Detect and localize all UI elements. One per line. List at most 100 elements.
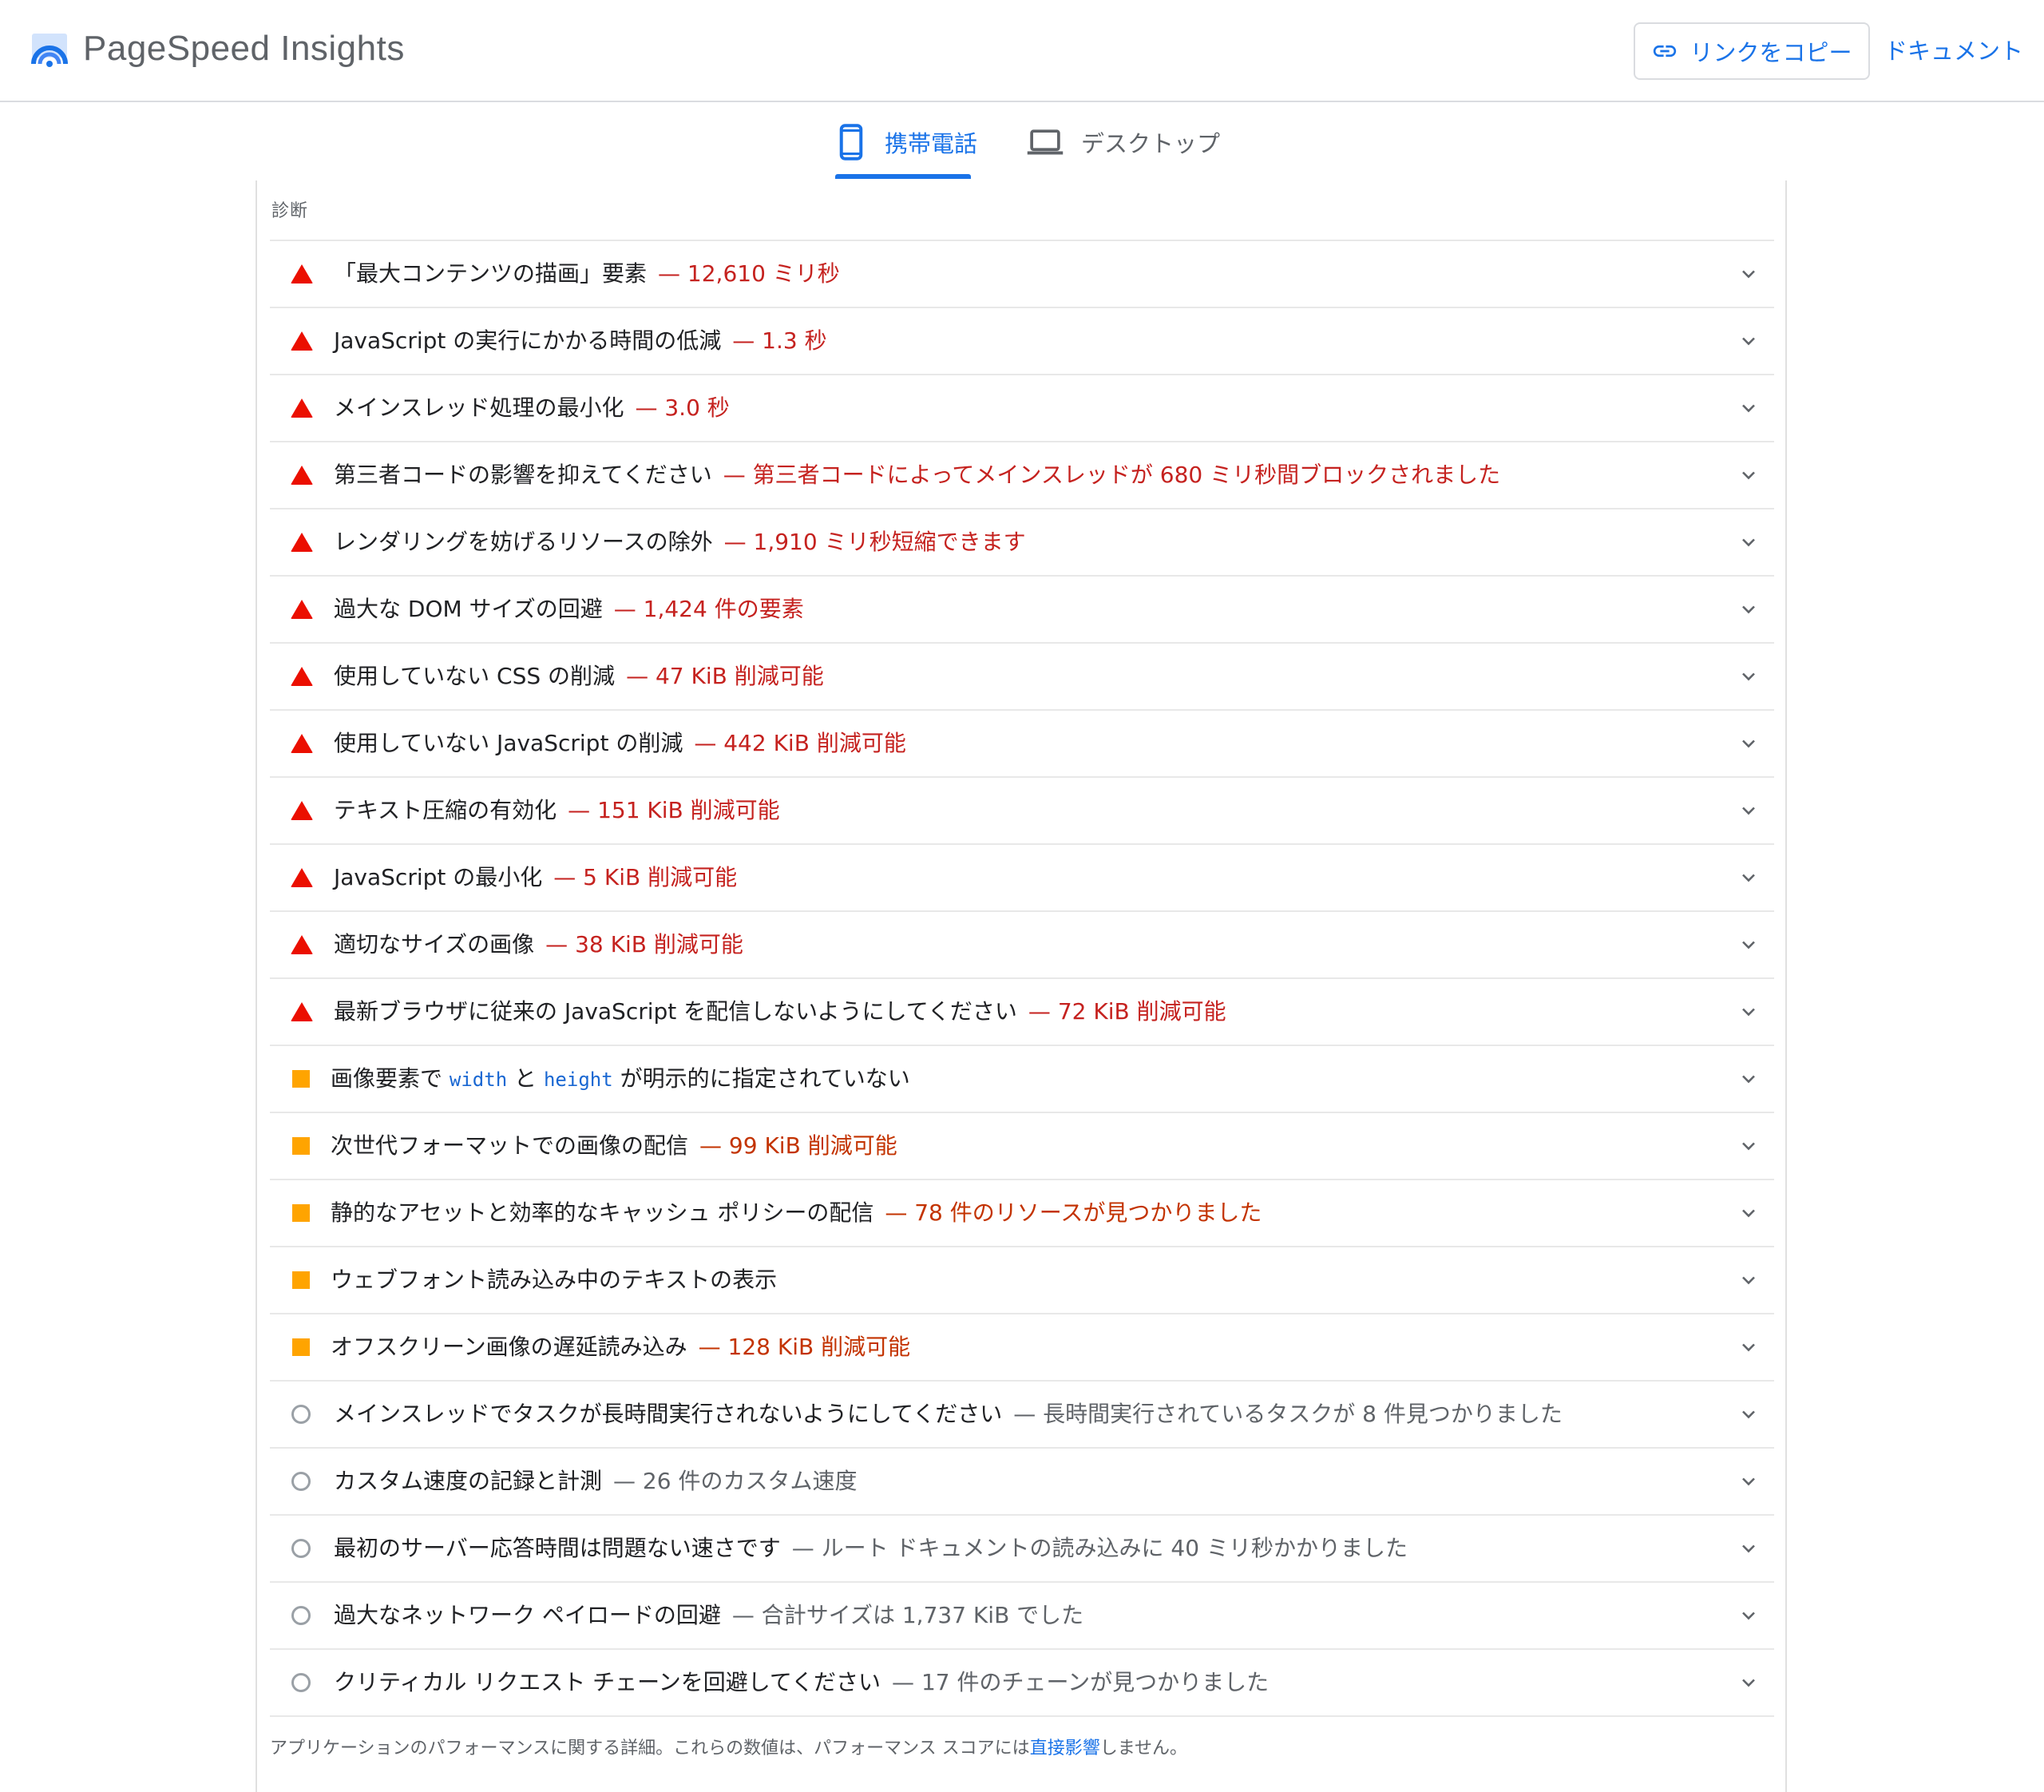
chevron-down-icon[interactable] <box>1737 330 1760 352</box>
audit-text: 「最大コンテンツの描画」要素 — 12,610 ミリ秒 <box>334 241 840 307</box>
chevron-down-icon[interactable] <box>1737 799 1760 822</box>
audit-detail: — 1,424 件の要素 <box>613 596 804 622</box>
average-square-icon <box>292 1204 310 1222</box>
fail-triangle-icon <box>291 1002 313 1021</box>
chevron-down-icon[interactable] <box>1737 1202 1760 1224</box>
smartphone-icon <box>839 124 863 161</box>
fail-triangle-icon <box>291 600 313 619</box>
audit-detail: — 1.3 秒 <box>732 327 827 354</box>
audit-title: JavaScript の実行にかかる時間の低減 <box>334 327 722 354</box>
audit-text: オフスクリーン画像の遅延読み込み — 128 KiB 削減可能 <box>331 1314 910 1380</box>
copy-link-button[interactable]: リンクをコピー <box>1634 22 1870 80</box>
link-icon <box>1654 45 1677 57</box>
chevron-down-icon[interactable] <box>1737 1671 1760 1694</box>
informative-circle-icon <box>291 1539 311 1558</box>
audit-text: 静的なアセットと効率的なキャッシュ ポリシーの配信 — 78 件のリソースが見つか… <box>331 1180 1262 1246</box>
audit-text: 使用していない CSS の削減 — 47 KiB 削減可能 <box>334 644 824 709</box>
fail-triangle-icon <box>291 734 313 753</box>
audit-title: 画像要素で width と height が明示的に指定されていない <box>331 1065 910 1092</box>
audit-detail: — 長時間実行されているタスクが 8 件見つかりました <box>1013 1401 1563 1427</box>
chevron-down-icon[interactable] <box>1737 1135 1760 1157</box>
chevron-down-icon[interactable] <box>1737 1470 1760 1493</box>
chevron-down-icon[interactable] <box>1737 665 1760 688</box>
informative-circle-icon <box>291 1606 311 1625</box>
average-square-icon <box>292 1271 310 1289</box>
chevron-down-icon[interactable] <box>1737 1403 1760 1425</box>
chevron-down-icon[interactable] <box>1737 531 1760 553</box>
audit-row[interactable]: 過大な DOM サイズの回避 — 1,424 件の要素 <box>270 577 1774 644</box>
audit-row[interactable]: 使用していない CSS の削減 — 47 KiB 削減可能 <box>270 644 1774 711</box>
chevron-down-icon[interactable] <box>1737 397 1760 419</box>
audit-detail: — 1,910 ミリ秒短縮できます <box>723 529 1026 555</box>
audit-row[interactable]: 過大なネットワーク ペイロードの回避 — 合計サイズは 1,737 KiB でした <box>270 1583 1774 1650</box>
average-square-icon <box>292 1338 310 1356</box>
audit-title: 過大なネットワーク ペイロードの回避 <box>334 1602 721 1628</box>
fail-triangle-icon <box>291 264 313 283</box>
chevron-down-icon[interactable] <box>1737 598 1760 620</box>
audit-row[interactable]: 使用していない JavaScript の削減 — 442 KiB 削減可能 <box>270 711 1774 778</box>
audit-title: カスタム速度の記録と計測 <box>334 1468 603 1494</box>
tab-desktop-label: デスクトップ <box>1081 130 1221 157</box>
chevron-down-icon[interactable] <box>1737 1537 1760 1560</box>
chevron-down-icon[interactable] <box>1737 1604 1760 1627</box>
pagespeed-logo-icon <box>31 34 68 67</box>
fail-triangle-icon <box>291 667 313 686</box>
tab-mobile[interactable]: 携帯電話 <box>835 104 977 180</box>
audit-text: 次世代フォーマットでの画像の配信 — 99 KiB 削減可能 <box>331 1113 897 1179</box>
chevron-down-icon[interactable] <box>1737 1068 1760 1090</box>
fail-triangle-icon <box>291 398 313 418</box>
informative-circle-icon <box>291 1472 311 1491</box>
chevron-down-icon[interactable] <box>1737 1336 1760 1358</box>
audit-row[interactable]: JavaScript の実行にかかる時間の低減 — 1.3 秒 <box>270 308 1774 375</box>
footnote-text-before: アプリケーションのパフォーマンスに関する詳細。これらの数値は、パフォーマンス ス… <box>270 1738 1030 1758</box>
active-tab-indicator <box>835 174 971 179</box>
chevron-down-icon[interactable] <box>1737 464 1760 486</box>
audit-detail: — 26 件のカスタム速度 <box>613 1468 858 1494</box>
audit-row[interactable]: 静的なアセットと効率的なキャッシュ ポリシーの配信 — 78 件のリソースが見つか… <box>270 1180 1774 1247</box>
audit-title-part: が明示的に指定されていない <box>612 1065 910 1092</box>
app-header: PageSpeed Insights リンクをコピー ドキュメント <box>0 0 2044 102</box>
documentation-link[interactable]: ドキュメント <box>1884 22 2023 80</box>
audit-row[interactable]: 最初のサーバー応答時間は問題ない速さです — ルート ドキュメントの読み込みに 4… <box>270 1516 1774 1583</box>
chevron-down-icon[interactable] <box>1737 1269 1760 1291</box>
fail-triangle-icon <box>291 533 313 552</box>
audit-row[interactable]: JavaScript の最小化 — 5 KiB 削減可能 <box>270 845 1774 912</box>
fail-triangle-icon <box>291 331 313 351</box>
audit-row[interactable]: メインスレッド処理の最小化 — 3.0 秒 <box>270 375 1774 442</box>
audit-row[interactable]: ウェブフォント読み込み中のテキストの表示 <box>270 1247 1774 1314</box>
audit-row[interactable]: メインスレッドでタスクが長時間実行されないようにしてください — 長時間実行されて… <box>270 1382 1774 1449</box>
informative-circle-icon <box>291 1405 311 1424</box>
audit-detail: — 72 KiB 削減可能 <box>1028 998 1226 1025</box>
audit-title-part: 画像要素で <box>331 1065 450 1092</box>
chevron-down-icon[interactable] <box>1737 866 1760 889</box>
audit-title: レンダリングを妨げるリソースの除外 <box>334 529 713 555</box>
audit-title: クリティカル リクエスト チェーンを回避してください <box>334 1669 881 1695</box>
audit-text: 画像要素で width と height が明示的に指定されていない <box>331 1046 910 1112</box>
audit-text: JavaScript の最小化 — 5 KiB 削減可能 <box>334 845 737 910</box>
audit-row[interactable]: クリティカル リクエスト チェーンを回避してください — 17 件のチェーンが見つ… <box>270 1650 1774 1717</box>
audit-row[interactable]: オフスクリーン画像の遅延読み込み — 128 KiB 削減可能 <box>270 1314 1774 1382</box>
audit-row[interactable]: レンダリングを妨げるリソースの除外 — 1,910 ミリ秒短縮できます <box>270 509 1774 577</box>
audit-detail: — 128 KiB 削減可能 <box>698 1334 911 1360</box>
audit-row[interactable]: 適切なサイズの画像 — 38 KiB 削減可能 <box>270 912 1774 979</box>
chevron-down-icon[interactable] <box>1737 732 1760 755</box>
chevron-down-icon[interactable] <box>1737 1001 1760 1023</box>
audit-detail: — 99 KiB 削減可能 <box>699 1132 897 1159</box>
audit-row[interactable]: 第三者コードの影響を抑えてください — 第三者コードによってメインスレッドが 68… <box>270 442 1774 509</box>
audit-text: 適切なサイズの画像 — 38 KiB 削減可能 <box>334 912 743 977</box>
chevron-down-icon[interactable] <box>1737 934 1760 956</box>
audit-detail: — 5 KiB 削減可能 <box>553 864 738 890</box>
audit-row[interactable]: テキスト圧縮の有効化 — 151 KiB 削減可能 <box>270 778 1774 845</box>
chevron-down-icon[interactable] <box>1737 263 1760 285</box>
code-snippet: width <box>449 1068 508 1091</box>
audit-row[interactable]: カスタム速度の記録と計測 — 26 件のカスタム速度 <box>270 1449 1774 1516</box>
audit-row[interactable]: 画像要素で width と height が明示的に指定されていない <box>270 1046 1774 1113</box>
audit-row[interactable]: 最新ブラウザに従来の JavaScript を配信しないようにしてください — 7… <box>270 979 1774 1046</box>
tab-desktop[interactable]: デスクトップ <box>1027 104 1220 180</box>
informative-circle-icon <box>291 1673 311 1692</box>
audit-row[interactable]: 次世代フォーマットでの画像の配信 — 99 KiB 削減可能 <box>270 1113 1774 1180</box>
direct-impact-link[interactable]: 直接影響 <box>1030 1738 1100 1758</box>
section-title: 診断 <box>271 201 309 221</box>
fail-triangle-icon <box>291 935 313 954</box>
audit-row[interactable]: 「最大コンテンツの描画」要素 — 12,610 ミリ秒 <box>270 241 1774 308</box>
